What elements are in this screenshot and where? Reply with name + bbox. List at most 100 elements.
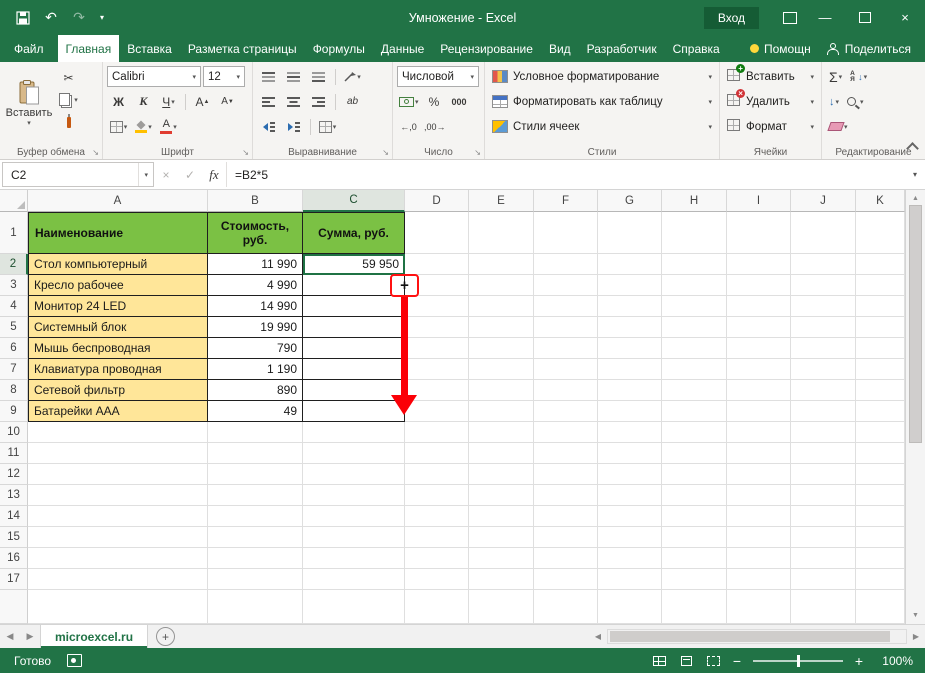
cell-K6[interactable] (856, 338, 905, 359)
borders-button[interactable]: ▾ (107, 116, 130, 138)
cell-B1[interactable]: Стоимость, руб. (208, 212, 303, 254)
column-header-A[interactable]: A (28, 190, 208, 212)
cell-J3[interactable] (791, 275, 856, 296)
cell-G16[interactable] (598, 548, 662, 569)
underline-button[interactable]: Ч▾ (157, 91, 180, 113)
name-box[interactable]: C2 ▾ (2, 162, 154, 187)
ribbon-display-options-icon[interactable] (775, 0, 805, 35)
normal-view-icon[interactable] (646, 648, 673, 673)
cell-E3[interactable] (469, 275, 534, 296)
zoom-level[interactable]: 100% (877, 654, 913, 668)
cell-A11[interactable] (28, 443, 208, 464)
cell-F14[interactable] (534, 506, 598, 527)
cell-E12[interactable] (469, 464, 534, 485)
cell-H11[interactable] (662, 443, 727, 464)
currency-format-button[interactable]: ▾ (397, 91, 421, 113)
cell-G3[interactable] (598, 275, 662, 296)
insert-function-icon[interactable]: fx (202, 160, 226, 189)
cell-H7[interactable] (662, 359, 727, 380)
signin-button[interactable]: Вход (704, 7, 759, 29)
cell-H14[interactable] (662, 506, 727, 527)
cell-A7[interactable]: Клавиатура проводная (28, 359, 208, 380)
font-size-select[interactable]: 12▾ (203, 66, 245, 87)
cell-K2[interactable] (856, 254, 905, 275)
cell-J17[interactable] (791, 569, 856, 590)
cell-C7[interactable] (303, 359, 405, 380)
cell-E1[interactable] (469, 212, 534, 254)
scroll-down-icon[interactable]: ▼ (912, 609, 919, 624)
cancel-icon[interactable]: × (154, 160, 178, 189)
cell-J5[interactable] (791, 317, 856, 338)
cell-F16[interactable] (534, 548, 598, 569)
cell-J11[interactable] (791, 443, 856, 464)
increase-decimal-button[interactable]: ←,0 (397, 116, 420, 138)
cell-D5[interactable] (405, 317, 469, 338)
ribbon-tab-8[interactable]: Справка (665, 35, 728, 62)
cell-D1[interactable] (405, 212, 469, 254)
align-bottom-button[interactable] (307, 66, 330, 88)
row-header-10[interactable]: 10 (0, 422, 28, 443)
cell-I17[interactable] (727, 569, 791, 590)
cell-C8[interactable] (303, 380, 405, 401)
cell-F10[interactable] (534, 422, 598, 443)
cell-I9[interactable] (727, 401, 791, 422)
cell-F9[interactable] (534, 401, 598, 422)
font-name-select[interactable]: Calibri▾ (107, 66, 201, 87)
cell-I8[interactable] (727, 380, 791, 401)
cell-B8[interactable]: 890 (208, 380, 303, 401)
zoom-slider[interactable] (753, 660, 843, 662)
cell-G7[interactable] (598, 359, 662, 380)
enter-icon[interactable]: ✓ (178, 160, 202, 189)
cell-B17[interactable] (208, 569, 303, 590)
cell-H10[interactable] (662, 422, 727, 443)
cell-E4[interactable] (469, 296, 534, 317)
paste-button[interactable]: Вставить ▾ (1, 64, 57, 142)
cell-B4[interactable]: 14 990 (208, 296, 303, 317)
cell-I11[interactable] (727, 443, 791, 464)
row-header-1[interactable]: 1 (0, 212, 28, 254)
cell-J12[interactable] (791, 464, 856, 485)
cell-K8[interactable] (856, 380, 905, 401)
cell-I3[interactable] (727, 275, 791, 296)
cell-K1[interactable] (856, 212, 905, 254)
column-header-G[interactable]: G (598, 190, 662, 212)
align-top-button[interactable] (257, 66, 280, 88)
row-header-4[interactable]: 4 (0, 296, 28, 317)
cell-D7[interactable] (405, 359, 469, 380)
cell-K9[interactable] (856, 401, 905, 422)
cell-F4[interactable] (534, 296, 598, 317)
align-left-button[interactable] (257, 91, 280, 113)
cell-C2[interactable]: 59 950 (303, 254, 405, 275)
cell-C6[interactable] (303, 338, 405, 359)
cell-J6[interactable] (791, 338, 856, 359)
row-header-9[interactable]: 9 (0, 401, 28, 422)
cell-E16[interactable] (469, 548, 534, 569)
redo-icon[interactable]: ↷ (66, 5, 92, 31)
cell-I13[interactable] (727, 485, 791, 506)
font-color-button[interactable]: А▾ (157, 116, 180, 138)
cell-H4[interactable] (662, 296, 727, 317)
zoom-in-button[interactable]: + (849, 653, 869, 669)
cell-D13[interactable] (405, 485, 469, 506)
cell-H15[interactable] (662, 527, 727, 548)
dialog-launcher-icon[interactable]: ↘ (92, 148, 99, 157)
cell-J7[interactable] (791, 359, 856, 380)
horizontal-scroll-thumb[interactable] (610, 631, 890, 642)
cell-G13[interactable] (598, 485, 662, 506)
zoom-slider-thumb[interactable] (797, 655, 800, 667)
cell-A10[interactable] (28, 422, 208, 443)
ribbon-tab-5[interactable]: Рецензирование (432, 35, 541, 62)
cell-J9[interactable] (791, 401, 856, 422)
horizontal-scrollbar[interactable] (607, 629, 907, 644)
cell-A8[interactable]: Сетевой фильтр (28, 380, 208, 401)
cell-D17[interactable] (405, 569, 469, 590)
cell-A15[interactable] (28, 527, 208, 548)
cell-I7[interactable] (727, 359, 791, 380)
copy-button[interactable]: ▾ (57, 89, 80, 111)
cell-K11[interactable] (856, 443, 905, 464)
cell-B9[interactable]: 49 (208, 401, 303, 422)
cell-B11[interactable] (208, 443, 303, 464)
cell-H8[interactable] (662, 380, 727, 401)
cell-G4[interactable] (598, 296, 662, 317)
cell-B15[interactable] (208, 527, 303, 548)
